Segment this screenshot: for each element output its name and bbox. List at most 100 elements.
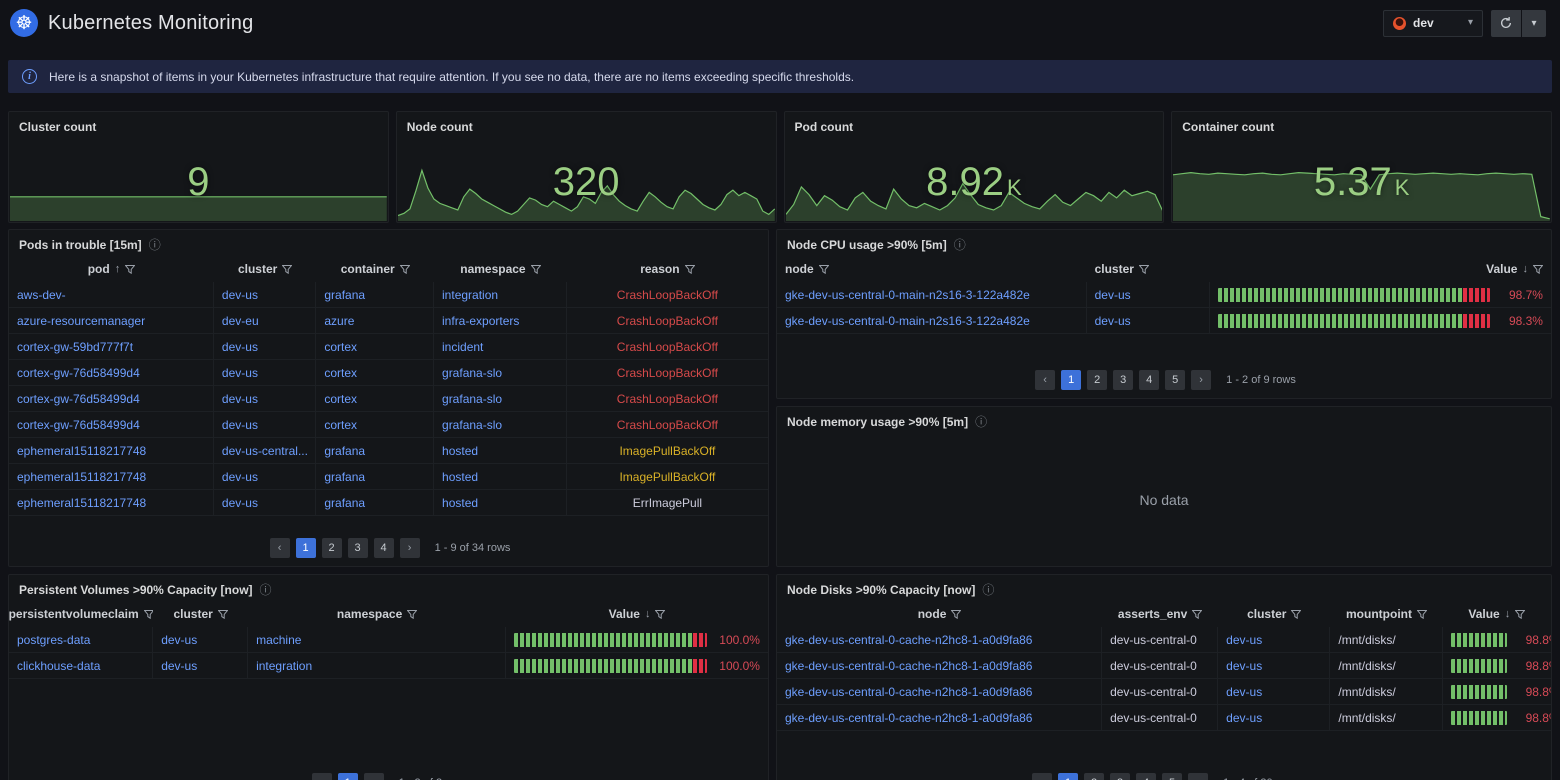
filter-icon[interactable] bbox=[1533, 264, 1543, 274]
column-header-namespace[interactable]: namespace bbox=[248, 601, 506, 627]
environment-picker[interactable]: dev ▾ bbox=[1383, 10, 1483, 37]
cluster-link[interactable]: dev-us bbox=[1218, 705, 1330, 730]
namespace-link[interactable]: grafana-slo bbox=[434, 360, 567, 385]
column-header-value[interactable]: Value↓ bbox=[506, 601, 768, 627]
info-icon[interactable]: ⓘ bbox=[954, 239, 966, 251]
column-header-cluster[interactable]: cluster bbox=[1218, 601, 1330, 627]
namespace-link[interactable]: integration bbox=[248, 653, 506, 678]
column-header-cluster[interactable]: cluster bbox=[153, 601, 248, 627]
pagination-page-5[interactable]: 5 bbox=[1162, 773, 1182, 780]
namespace-link[interactable]: integration bbox=[434, 282, 567, 307]
cluster-link[interactable]: dev-us-central... bbox=[214, 438, 316, 463]
column-header-mountpoint[interactable]: mountpoint bbox=[1330, 601, 1442, 627]
namespace-link[interactable]: grafana-slo bbox=[434, 412, 567, 437]
namespace-link[interactable]: incident bbox=[434, 334, 567, 359]
container-link[interactable]: grafana bbox=[316, 282, 434, 307]
container-link[interactable]: grafana bbox=[316, 438, 434, 463]
container-link[interactable]: grafana bbox=[316, 490, 434, 515]
info-icon[interactable]: ⓘ bbox=[149, 239, 161, 251]
panel-title[interactable]: Cluster count bbox=[19, 120, 96, 134]
node-link[interactable]: gke-dev-us-central-0-cache-n2hc8-1-a0d9f… bbox=[777, 705, 1102, 730]
filter-icon[interactable] bbox=[1515, 609, 1525, 619]
column-header-pod[interactable]: pod↑ bbox=[9, 256, 214, 282]
filter-icon[interactable] bbox=[819, 264, 829, 274]
container-link[interactable]: grafana bbox=[316, 464, 434, 489]
pod-link[interactable]: aws-dev- bbox=[9, 282, 214, 307]
pagination-next-button[interactable]: › bbox=[1191, 370, 1211, 390]
cluster-link[interactable]: dev-us bbox=[1218, 679, 1330, 704]
pagination-page-5[interactable]: 5 bbox=[1165, 370, 1185, 390]
panel-title[interactable]: Node memory usage >90% [5m] bbox=[787, 415, 968, 429]
panel-title[interactable]: Node Disks >90% Capacity [now] bbox=[787, 583, 975, 597]
column-header-namespace[interactable]: namespace bbox=[434, 256, 567, 282]
pagination-prev-button[interactable]: ‹ bbox=[270, 538, 290, 558]
pod-link[interactable]: cortex-gw-59bd777f7t bbox=[9, 334, 214, 359]
node-link[interactable]: gke-dev-us-central-0-cache-n2hc8-1-a0d9f… bbox=[777, 627, 1102, 652]
pod-link[interactable]: cortex-gw-76d58499d4 bbox=[9, 386, 214, 411]
panel-title[interactable]: Node CPU usage >90% [5m] bbox=[787, 238, 947, 252]
pagination-page-3[interactable]: 3 bbox=[348, 538, 368, 558]
cluster-link[interactable]: dev-us bbox=[1218, 653, 1330, 678]
namespace-link[interactable]: infra-exporters bbox=[434, 308, 567, 333]
cluster-link[interactable]: dev-us bbox=[153, 653, 248, 678]
pvc-link[interactable]: clickhouse-data bbox=[9, 653, 153, 678]
container-link[interactable]: azure bbox=[316, 308, 434, 333]
filter-icon[interactable] bbox=[125, 264, 135, 274]
column-header-container[interactable]: container bbox=[316, 256, 434, 282]
filter-icon[interactable] bbox=[407, 609, 417, 619]
cluster-link[interactable]: dev-us bbox=[214, 412, 316, 437]
pod-link[interactable]: ephemeral15118217748 bbox=[9, 490, 214, 515]
pagination-next-button[interactable]: › bbox=[364, 773, 384, 780]
filter-icon[interactable] bbox=[685, 264, 695, 274]
filter-icon[interactable] bbox=[400, 264, 410, 274]
namespace-link[interactable]: machine bbox=[248, 627, 506, 652]
filter-icon[interactable] bbox=[144, 609, 154, 619]
pagination-page-4[interactable]: 4 bbox=[374, 538, 394, 558]
column-header-value[interactable]: Value↓ bbox=[1210, 256, 1551, 282]
column-header-cluster[interactable]: cluster bbox=[214, 256, 316, 282]
refresh-interval-dropdown[interactable]: ▾ bbox=[1522, 10, 1546, 37]
namespace-link[interactable]: hosted bbox=[434, 464, 567, 489]
panel-title[interactable]: Node count bbox=[407, 120, 473, 134]
filter-icon[interactable] bbox=[1291, 609, 1301, 619]
node-link[interactable]: gke-dev-us-central-0-cache-n2hc8-1-a0d9f… bbox=[777, 679, 1102, 704]
column-header-node[interactable]: node bbox=[777, 601, 1102, 627]
pagination-page-2[interactable]: 2 bbox=[1087, 370, 1107, 390]
node-link[interactable]: gke-dev-us-central-0-main-n2s16-3-122a48… bbox=[777, 282, 1087, 307]
info-icon[interactable]: ⓘ bbox=[975, 416, 987, 428]
cluster-link[interactable]: dev-us bbox=[214, 360, 316, 385]
pod-link[interactable]: cortex-gw-76d58499d4 bbox=[9, 360, 214, 385]
namespace-link[interactable]: grafana-slo bbox=[434, 386, 567, 411]
info-icon[interactable]: ⓘ bbox=[982, 584, 994, 596]
pagination-prev-button[interactable]: ‹ bbox=[312, 773, 332, 780]
cluster-link[interactable]: dev-us bbox=[1218, 627, 1330, 652]
cluster-link[interactable]: dev-eu bbox=[214, 308, 316, 333]
filter-icon[interactable] bbox=[1192, 609, 1202, 619]
column-header-cluster[interactable]: cluster bbox=[1087, 256, 1211, 282]
filter-icon[interactable] bbox=[951, 609, 961, 619]
panel-title[interactable]: Persistent Volumes >90% Capacity [now] bbox=[19, 583, 253, 597]
container-link[interactable]: cortex bbox=[316, 412, 434, 437]
cluster-link[interactable]: dev-us bbox=[1087, 282, 1211, 307]
filter-icon[interactable] bbox=[218, 609, 228, 619]
pagination-page-3[interactable]: 3 bbox=[1110, 773, 1130, 780]
pagination-next-button[interactable]: › bbox=[400, 538, 420, 558]
pagination-page-1[interactable]: 1 bbox=[296, 538, 316, 558]
pagination-page-2[interactable]: 2 bbox=[322, 538, 342, 558]
pod-link[interactable]: azure-resourcemanager bbox=[9, 308, 214, 333]
column-header-asserts-env[interactable]: asserts_env bbox=[1102, 601, 1218, 627]
namespace-link[interactable]: hosted bbox=[434, 438, 567, 463]
namespace-link[interactable]: hosted bbox=[434, 490, 567, 515]
pagination-page-3[interactable]: 3 bbox=[1113, 370, 1133, 390]
filter-icon[interactable] bbox=[1417, 609, 1427, 619]
column-header-value[interactable]: Value↓ bbox=[1443, 601, 1551, 627]
pod-link[interactable]: ephemeral15118217748 bbox=[9, 438, 214, 463]
cluster-link[interactable]: dev-us bbox=[153, 627, 248, 652]
pagination-page-4[interactable]: 4 bbox=[1139, 370, 1159, 390]
pod-link[interactable]: cortex-gw-76d58499d4 bbox=[9, 412, 214, 437]
node-link[interactable]: gke-dev-us-central-0-cache-n2hc8-1-a0d9f… bbox=[777, 653, 1102, 678]
pagination-page-1[interactable]: 1 bbox=[338, 773, 358, 780]
info-icon[interactable]: ⓘ bbox=[260, 584, 272, 596]
filter-icon[interactable] bbox=[282, 264, 292, 274]
column-header-node[interactable]: node bbox=[777, 256, 1087, 282]
